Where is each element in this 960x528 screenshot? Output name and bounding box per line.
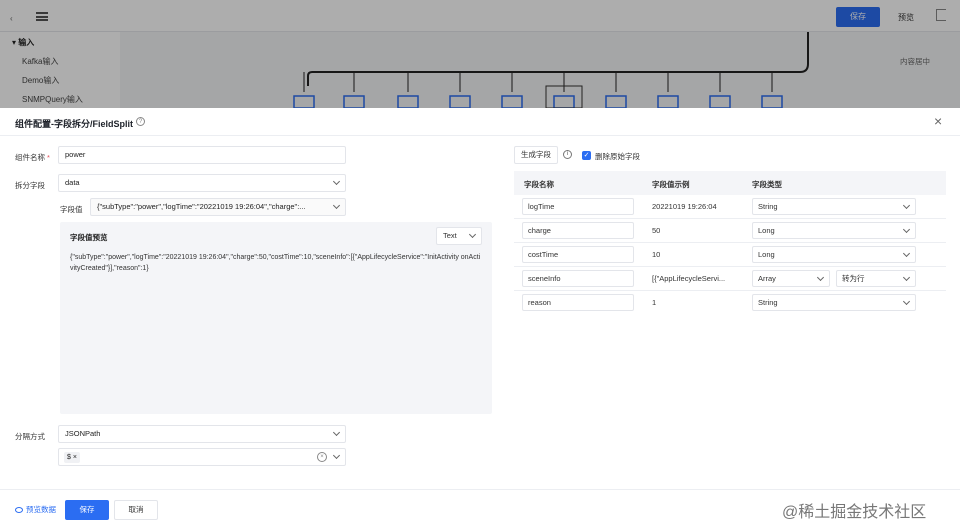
field-example: 10	[652, 250, 661, 259]
fields-table-header: 字段名称 字段值示例 字段类型	[514, 171, 946, 195]
field-type-value: Long	[758, 250, 775, 259]
close-icon[interactable]: ×	[934, 114, 942, 128]
delete-original-checkbox[interactable]: ✓	[582, 151, 591, 160]
field-value-preview: 字段值预览 Text {"subType":"power","logTime":…	[60, 222, 492, 414]
generate-fields-button[interactable]: 生成字段	[514, 146, 558, 164]
table-row: sceneInfo [{"AppLifecycleServi... Array …	[514, 267, 946, 291]
array-mode-select[interactable]: 转为行	[836, 270, 916, 287]
field-name-input[interactable]: costTime	[522, 246, 634, 263]
field-type-select[interactable]: Long	[752, 222, 916, 239]
field-example: 20221019 19:26:04	[652, 202, 717, 211]
field-type-select[interactable]: String	[752, 198, 916, 215]
drawer-footer: 预览数据 保存 取消 @稀土掘金技术社区	[0, 489, 960, 528]
help-icon[interactable]: ?	[136, 117, 145, 126]
field-type-select[interactable]: String	[752, 294, 916, 311]
watermark: @稀土掘金技术社区	[782, 504, 927, 521]
table-row: costTime 10 Long	[514, 243, 946, 267]
chevron-down-icon	[902, 225, 911, 234]
field-name-input[interactable]: sceneInfo	[522, 270, 634, 287]
clear-icon[interactable]: ×	[317, 452, 327, 462]
chevron-down-icon	[332, 201, 341, 210]
field-example: [{"AppLifecycleServi...	[652, 274, 726, 283]
chevron-down-icon	[902, 201, 911, 210]
field-type-value: String	[758, 298, 778, 307]
table-row: reason 1 String	[514, 291, 946, 315]
field-type-value: Array	[758, 274, 776, 283]
drawer-header: 组件配置-字段拆分/FieldSplit ? ×	[0, 108, 960, 136]
config-drawer: 组件配置-字段拆分/FieldSplit ? × 组件名称 * power 拆分字…	[0, 108, 960, 528]
component-name-label: 组件名称 *	[15, 153, 50, 162]
component-name-input[interactable]: power	[58, 146, 346, 164]
field-value-label: 字段值	[60, 205, 83, 214]
background-app: ‹ 保存 预览 ▾ 输入 Kafka输入 Demo输入 SNMPQuery输入	[0, 0, 960, 109]
preview-title: 字段值预览	[70, 233, 108, 242]
chevron-down-icon	[468, 230, 477, 239]
field-type-select[interactable]: Long	[752, 246, 916, 263]
separator-value: JSONPath	[65, 429, 101, 438]
path-multiselect[interactable]: $ × ×	[58, 448, 346, 466]
col-field-type: 字段类型	[752, 180, 782, 189]
table-row: logTime 20221019 19:26:04 String	[514, 195, 946, 219]
split-field-value: data	[65, 178, 80, 187]
col-field-name: 字段名称	[524, 180, 554, 189]
chevron-down-icon	[902, 297, 911, 306]
field-type-value: String	[758, 202, 778, 211]
info-icon[interactable]: i	[563, 150, 572, 159]
separator-select[interactable]: JSONPath	[58, 425, 346, 443]
eye-icon	[15, 507, 23, 513]
table-row: charge 50 Long	[514, 219, 946, 243]
field-value-select[interactable]: {"subType":"power","logTime":"20221019 1…	[90, 198, 346, 216]
field-type-select[interactable]: Array	[752, 270, 830, 287]
field-example: 1	[652, 298, 657, 307]
preview-data-link[interactable]: 预览数据	[15, 504, 56, 515]
drawer-title: 组件配置-字段拆分/FieldSplit	[15, 119, 133, 129]
preview-format-select[interactable]: Text	[436, 227, 482, 245]
field-type-value: Long	[758, 226, 775, 235]
save-button[interactable]: 保存	[65, 500, 109, 520]
field-name-input[interactable]: reason	[522, 294, 634, 311]
field-value-text: {"subType":"power","logTime":"20221019 1…	[97, 202, 306, 211]
preview-content: {"subType":"power","logTime":"20221019 1…	[70, 254, 481, 272]
separator-label: 分隔方式	[15, 432, 45, 441]
field-name-input[interactable]: charge	[522, 222, 634, 239]
split-field-select[interactable]: data	[58, 174, 346, 192]
chevron-down-icon	[332, 451, 341, 460]
chevron-down-icon	[902, 249, 911, 258]
chevron-down-icon	[816, 273, 825, 282]
col-field-example: 字段值示例	[652, 180, 690, 189]
preview-format-value: Text	[443, 231, 457, 240]
split-field-label: 拆分字段	[15, 181, 45, 190]
field-name-input[interactable]: logTime	[522, 198, 634, 215]
chevron-down-icon	[902, 273, 911, 282]
cancel-button[interactable]: 取消	[114, 500, 158, 520]
chevron-down-icon	[332, 428, 341, 437]
path-tag[interactable]: $ ×	[64, 452, 80, 463]
field-example: 50	[652, 226, 661, 235]
delete-original-label[interactable]: 删除原始字段	[595, 151, 640, 162]
modal-mask[interactable]	[0, 0, 960, 108]
chevron-down-icon	[332, 177, 341, 186]
array-mode-value: 转为行	[842, 274, 865, 283]
